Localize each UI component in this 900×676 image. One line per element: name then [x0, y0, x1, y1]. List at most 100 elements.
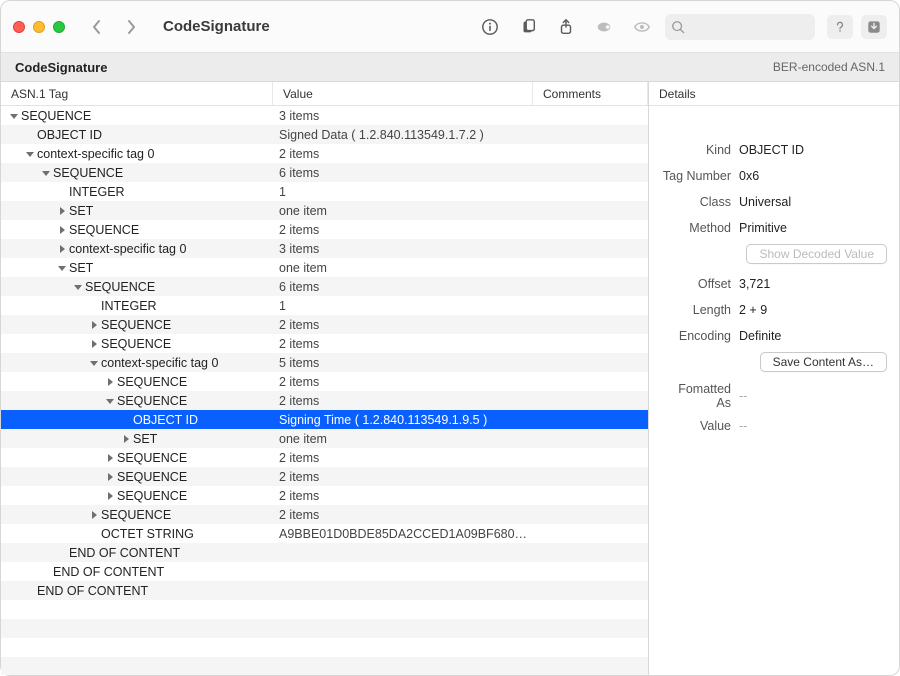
table-row[interactable]: SEQUENCE 6 items	[1, 163, 648, 182]
row-tag: SET	[69, 204, 93, 218]
row-tag: OCTET STRING	[101, 527, 194, 541]
table-row[interactable]: context-specific tag 03 items	[1, 239, 648, 258]
row-tag: END OF CONTENT	[37, 584, 148, 598]
table-row[interactable]: context-specific tag 02 items	[1, 144, 648, 163]
row-tag: context-specific tag 0	[37, 147, 154, 161]
table-row[interactable]: SEQUENCE2 items	[1, 486, 648, 505]
zoom-window-button[interactable]	[53, 21, 65, 33]
table-row[interactable]: context-specific tag 05 items	[1, 353, 648, 372]
table-row[interactable]: SEQUENCE2 items	[1, 372, 648, 391]
details-encoding-label: Encoding	[661, 329, 739, 343]
disclosure-toggle[interactable]	[57, 244, 67, 254]
table-row[interactable]: END OF CONTENT	[1, 562, 648, 581]
disclosure-toggle[interactable]	[89, 510, 99, 520]
question-icon	[833, 20, 847, 34]
table-row[interactable]: SEQUENCE2 items	[1, 391, 648, 410]
nav-arrows	[83, 14, 145, 40]
row-value: 2 items	[273, 470, 533, 484]
disclosure-toggle[interactable]	[89, 358, 99, 368]
disclosure-toggle[interactable]	[25, 149, 35, 159]
row-value: 2 items	[273, 394, 533, 408]
row-tag: OBJECT ID	[133, 413, 198, 427]
table-row[interactable]: SEQUENCE6 items	[1, 277, 648, 296]
nav-forward-button[interactable]	[117, 14, 145, 40]
table-row[interactable]: SETone item	[1, 258, 648, 277]
details-value-label: Value	[661, 419, 739, 433]
column-comments-header[interactable]: Comments	[533, 82, 648, 106]
table-row[interactable]: SEQUENCE 2 items	[1, 467, 648, 486]
copy-button[interactable]	[513, 14, 543, 40]
details-formatted-label: Fomatted As	[661, 382, 739, 410]
disclosure-toggle	[89, 529, 99, 539]
disclosure-toggle[interactable]	[105, 453, 115, 463]
table-row-empty	[1, 657, 648, 675]
row-tag: END OF CONTENT	[69, 546, 180, 560]
disclosure-toggle[interactable]	[57, 206, 67, 216]
nav-back-button[interactable]	[83, 14, 111, 40]
column-tag-header[interactable]: ASN.1 Tag	[1, 82, 273, 106]
outline-tree[interactable]: SEQUENCE3 itemsOBJECT IDSigned Data ( 1.…	[1, 106, 648, 675]
export-button[interactable]	[551, 14, 581, 40]
row-value: 6 items	[273, 166, 533, 180]
table-row[interactable]: SEQUENCE2 items	[1, 505, 648, 524]
toolbar-right	[827, 15, 887, 39]
help-button[interactable]	[827, 15, 853, 39]
show-decoded-button[interactable]: Show Decoded Value	[746, 244, 887, 264]
close-window-button[interactable]	[13, 21, 25, 33]
disclosure-toggle	[9, 643, 19, 653]
details-body: KindOBJECT ID Tag Number0x6 ClassUnivers…	[649, 106, 899, 442]
disclosure-toggle	[121, 415, 131, 425]
table-row[interactable]: SEQUENCE3 items	[1, 106, 648, 125]
table-row[interactable]: OCTET STRINGA9BBE01D0BDE85DA2CCED1A09BF6…	[1, 524, 648, 543]
search-input[interactable]	[665, 14, 815, 40]
row-value: Signed Data ( 1.2.840.113549.1.7.2 )	[273, 128, 533, 142]
table-row[interactable]: INTEGER1	[1, 296, 648, 315]
disclosure-toggle[interactable]	[121, 434, 131, 444]
disclosure-toggle[interactable]	[105, 396, 115, 406]
disclosure-toggle[interactable]	[57, 225, 67, 235]
disclosure-toggle[interactable]	[105, 472, 115, 482]
table-row[interactable]: SEQUENCE2 items	[1, 334, 648, 353]
row-tag: SEQUENCE	[85, 280, 155, 294]
disclosure-toggle[interactable]	[105, 491, 115, 501]
disclosure-toggle[interactable]	[73, 282, 83, 292]
table-row[interactable]: SETone item	[1, 429, 648, 448]
details-length-value: 2 + 9	[739, 303, 887, 317]
table-row[interactable]: END OF CONTENT	[1, 581, 648, 600]
save-content-button[interactable]: Save Content As…	[760, 352, 887, 372]
window-controls	[13, 21, 65, 33]
disclosure-toggle[interactable]	[41, 168, 51, 178]
info-button[interactable]	[475, 14, 505, 40]
download-button[interactable]	[861, 15, 887, 39]
minimize-window-button[interactable]	[33, 21, 45, 33]
link-icon	[595, 18, 613, 36]
link-button[interactable]	[589, 14, 619, 40]
row-value: 2 items	[273, 489, 533, 503]
disclosure-toggle[interactable]	[89, 320, 99, 330]
details-class-label: Class	[661, 195, 739, 209]
disclosure-toggle[interactable]	[105, 377, 115, 387]
toolbar-icons	[475, 14, 657, 40]
column-value-header[interactable]: Value	[273, 82, 533, 106]
table-row[interactable]: OBJECT IDSigning Time ( 1.2.840.113549.1…	[1, 410, 648, 429]
table-row[interactable]: SEQUENCE2 items	[1, 448, 648, 467]
chevron-left-icon	[91, 19, 103, 35]
disclosure-toggle[interactable]	[9, 111, 19, 121]
encoding-label: BER-encoded ASN.1	[773, 60, 885, 74]
subheader: CodeSignature BER-encoded ASN.1	[1, 53, 899, 82]
table-row[interactable]: SEQUENCE2 items	[1, 315, 648, 334]
row-tag: context-specific tag 0	[101, 356, 218, 370]
table-row[interactable]: SETone item	[1, 201, 648, 220]
table-row[interactable]: OBJECT IDSigned Data ( 1.2.840.113549.1.…	[1, 125, 648, 144]
row-tag: context-specific tag 0	[69, 242, 186, 256]
preview-button[interactable]	[627, 14, 657, 40]
table-row[interactable]: SEQUENCE2 items	[1, 220, 648, 239]
row-tag: SEQUENCE	[53, 166, 123, 180]
table-row[interactable]: END OF CONTENT	[1, 543, 648, 562]
row-tag: SEQUENCE	[101, 508, 171, 522]
table-row[interactable]: INTEGER1	[1, 182, 648, 201]
main-split: ASN.1 Tag Value Comments SEQUENCE3 items…	[1, 82, 899, 675]
disclosure-toggle[interactable]	[89, 339, 99, 349]
disclosure-toggle[interactable]	[57, 263, 67, 273]
row-tag: SEQUENCE	[117, 470, 187, 484]
